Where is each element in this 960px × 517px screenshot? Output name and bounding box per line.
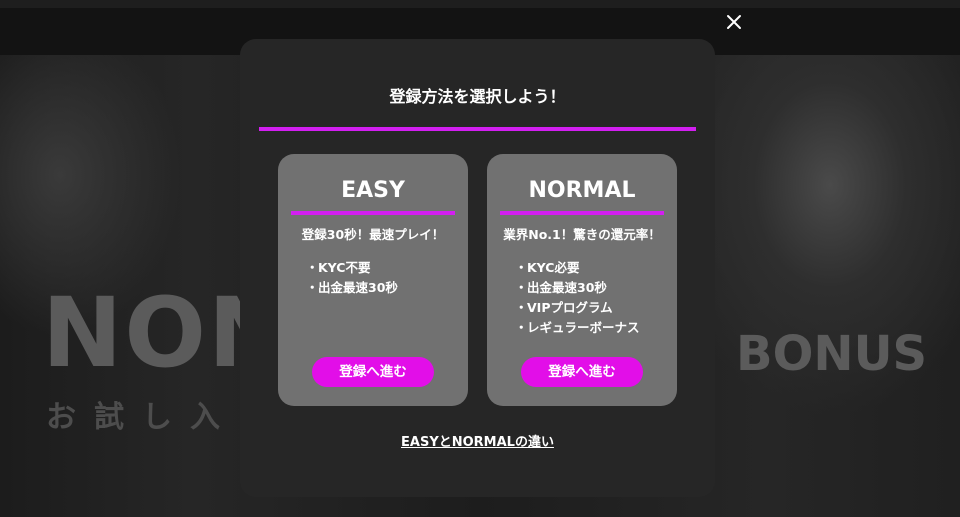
- normal-feature-list: ・KYC必要 ・出金最速30秒 ・VIPプログラム ・レギュラーボーナス: [515, 258, 640, 338]
- easy-card-tagline: 登録30秒！最速プレイ！: [301, 227, 445, 242]
- normal-card-divider: [500, 211, 664, 215]
- bullet-icon: ・: [515, 280, 528, 295]
- normal-card-tagline: 業界No.1！驚きの還元率！: [503, 227, 661, 242]
- bullet-icon: ・: [515, 300, 528, 315]
- bullet-icon: ・: [515, 260, 528, 275]
- hero-bonus-text: BONUS: [736, 326, 928, 382]
- easy-option-card: EASY 登録30秒！最速プレイ！ ・KYC不要 ・出金最速30秒 登録へ進む: [278, 154, 468, 406]
- bullet-icon: ・: [306, 260, 319, 275]
- feature-label: KYC必要: [527, 260, 580, 275]
- easy-card-title: EASY: [341, 178, 405, 203]
- feature-label: VIPプログラム: [527, 300, 613, 315]
- easy-normal-difference-link[interactable]: EASYとNORMALの違い: [240, 431, 715, 450]
- feature-item: ・VIPプログラム: [515, 298, 640, 318]
- feature-item: ・出金最速30秒: [306, 278, 398, 298]
- feature-label: 出金最速30秒: [527, 280, 607, 295]
- header-strip: [0, 0, 960, 8]
- feature-item: ・KYC不要: [306, 258, 398, 278]
- modal-title-divider: [259, 127, 696, 131]
- easy-feature-list: ・KYC不要 ・出金最速30秒: [306, 258, 398, 298]
- bullet-icon: ・: [515, 320, 528, 335]
- registration-modal: 登録方法を選択しよう！ EASY 登録30秒！最速プレイ！ ・KYC不要 ・出金…: [240, 39, 715, 497]
- normal-register-button[interactable]: 登録へ進む: [521, 357, 643, 387]
- page: NON お試し入 BONUS 登録方法を選択しよう！ EASY 登録30秒！最速…: [0, 0, 960, 517]
- modal-title: 登録方法を選択しよう！: [389, 87, 566, 106]
- easy-card-divider: [291, 211, 455, 215]
- bullet-icon: ・: [306, 280, 319, 295]
- hero-subheadline: お試し入: [46, 400, 238, 435]
- feature-label: KYC不要: [318, 260, 371, 275]
- feature-item: ・レギュラーボーナス: [515, 318, 640, 338]
- feature-item: ・KYC必要: [515, 258, 640, 278]
- normal-option-card: NORMAL 業界No.1！驚きの還元率！ ・KYC必要 ・出金最速30秒 ・V…: [487, 154, 677, 406]
- feature-item: ・出金最速30秒: [515, 278, 640, 298]
- normal-card-title: NORMAL: [528, 178, 636, 203]
- feature-label: レギュラーボーナス: [527, 320, 640, 335]
- feature-label: 出金最速30秒: [318, 280, 398, 295]
- easy-register-button[interactable]: 登録へ進む: [312, 357, 434, 387]
- close-icon[interactable]: [722, 10, 746, 34]
- close-glyph: [727, 15, 741, 29]
